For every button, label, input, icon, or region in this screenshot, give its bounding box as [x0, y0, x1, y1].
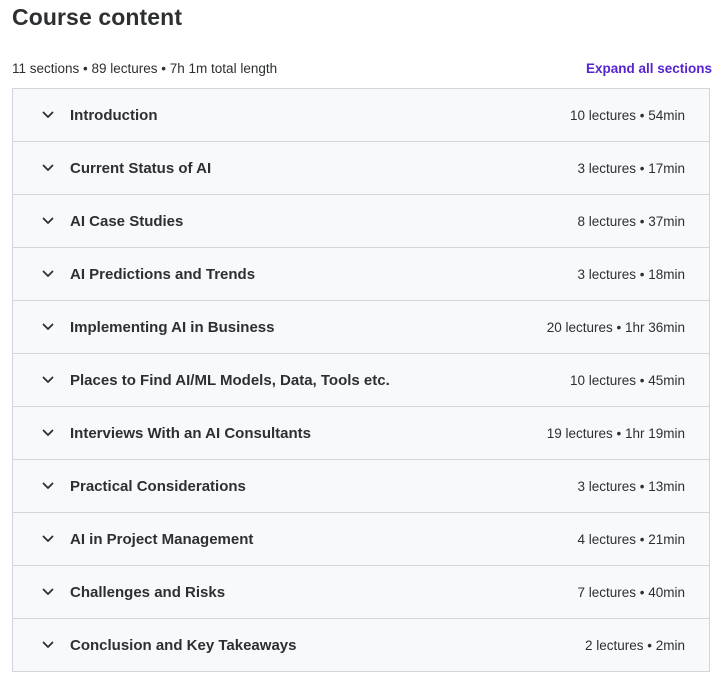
section-list: Introduction 10 lectures • 54min Current… — [12, 88, 710, 672]
chevron-down-icon — [41, 638, 55, 652]
chevron-down-icon — [41, 320, 55, 334]
section-title: Implementing AI in Business — [70, 318, 275, 336]
section-title: Current Status of AI — [70, 159, 212, 177]
section-header[interactable]: AI Predictions and Trends 3 lectures • 1… — [13, 248, 709, 301]
chevron-down-icon — [41, 161, 55, 175]
chevron-down-icon — [41, 479, 55, 493]
section-meta: 3 lectures • 13min — [577, 478, 685, 494]
chevron-down-icon — [41, 373, 55, 387]
section-meta: 3 lectures • 17min — [577, 160, 685, 176]
chevron-down-icon — [41, 214, 55, 228]
course-summary: 11 sections • 89 lectures • 7h 1m total … — [12, 60, 278, 76]
chevron-down-icon — [41, 108, 55, 122]
page-title: Course content — [12, 4, 183, 30]
section-meta: 10 lectures • 45min — [569, 372, 685, 388]
section-header[interactable]: Conclusion and Key Takeaways 2 lectures … — [13, 619, 709, 671]
section-header[interactable]: Interviews With an AI Consultants 19 lec… — [13, 407, 709, 460]
chevron-down-icon — [41, 426, 55, 440]
section-meta: 4 lectures • 21min — [577, 531, 685, 547]
section-header[interactable]: Introduction 10 lectures • 54min — [13, 89, 709, 142]
section-title: AI Predictions and Trends — [70, 265, 256, 283]
section-meta: 19 lectures • 1hr 19min — [546, 425, 685, 441]
section-meta: 10 lectures • 54min — [569, 107, 685, 123]
course-summary-row: 11 sections • 89 lectures • 7h 1m total … — [12, 58, 712, 78]
section-meta: 8 lectures • 37min — [577, 213, 685, 229]
section-title: AI in Project Management — [70, 530, 254, 548]
section-meta: 20 lectures • 1hr 36min — [546, 319, 685, 335]
section-title: Interviews With an AI Consultants — [70, 424, 312, 442]
section-header[interactable]: AI Case Studies 8 lectures • 37min — [13, 195, 709, 248]
section-title: Introduction — [70, 106, 158, 124]
section-header[interactable]: AI in Project Management 4 lectures • 21… — [13, 513, 709, 566]
section-title: Places to Find AI/ML Models, Data, Tools… — [70, 371, 390, 389]
chevron-down-icon — [41, 267, 55, 281]
section-title: AI Case Studies — [70, 212, 184, 230]
chevron-down-icon — [41, 532, 55, 546]
section-header[interactable]: Current Status of AI 3 lectures • 17min — [13, 142, 709, 195]
section-title: Conclusion and Key Takeaways — [70, 636, 297, 654]
section-title: Practical Considerations — [70, 477, 246, 495]
section-meta: 3 lectures • 18min — [577, 266, 685, 282]
chevron-down-icon — [41, 585, 55, 599]
expand-all-sections-button[interactable]: Expand all sections — [586, 61, 712, 76]
section-header[interactable]: Practical Considerations 3 lectures • 13… — [13, 460, 709, 513]
section-header[interactable]: Implementing AI in Business 20 lectures … — [13, 301, 709, 354]
section-meta: 7 lectures • 40min — [577, 584, 685, 600]
section-meta: 2 lectures • 2min — [584, 637, 685, 653]
section-header[interactable]: Places to Find AI/ML Models, Data, Tools… — [13, 354, 709, 407]
section-title: Challenges and Risks — [70, 583, 226, 601]
section-header[interactable]: Challenges and Risks 7 lectures • 40min — [13, 566, 709, 619]
